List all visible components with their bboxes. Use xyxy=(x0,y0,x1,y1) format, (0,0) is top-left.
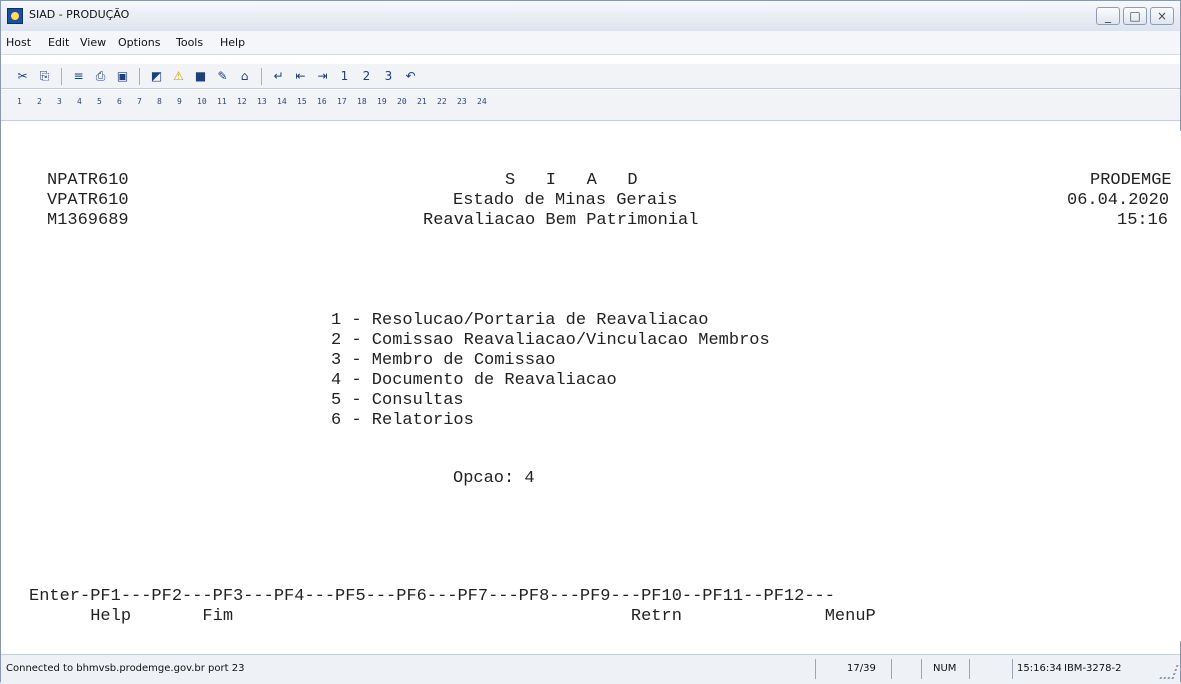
enter-icon[interactable]: ↵ xyxy=(271,69,286,84)
menu-tools[interactable]: Tools xyxy=(176,36,203,49)
pf-key-1[interactable]: 1 xyxy=(17,97,27,106)
maximize-button[interactable]: □ xyxy=(1123,7,1147,25)
pf-key-20[interactable]: 20 xyxy=(397,97,407,106)
status-separator xyxy=(891,659,892,679)
cursor-position: 17/39 xyxy=(847,663,876,674)
pf-key-16[interactable]: 16 xyxy=(317,97,327,106)
status-separator xyxy=(1012,659,1013,679)
status-separator xyxy=(921,659,922,679)
menu-options[interactable]: Options xyxy=(118,36,160,49)
pf-key-6[interactable]: 6 xyxy=(117,97,127,106)
terminal-type: IBM-3278-2 xyxy=(1064,663,1122,674)
status-separator xyxy=(815,659,816,679)
toolbar-separator xyxy=(261,68,262,85)
state-title: Estado de Minas Gerais xyxy=(453,191,678,210)
pf-key-8[interactable]: 8 xyxy=(157,97,167,106)
option-prompt[interactable]: Opcao: 4 xyxy=(453,469,535,489)
pf-key-14[interactable]: 14 xyxy=(277,97,287,106)
minimize-button[interactable]: _ xyxy=(1096,7,1120,25)
pf-key-21[interactable]: 21 xyxy=(417,97,427,106)
pf-key-19[interactable]: 19 xyxy=(377,97,387,106)
pf-key-23[interactable]: 23 xyxy=(457,97,467,106)
pf-key-line: Enter-PF1---PF2---PF3---PF4---PF5---PF6-… xyxy=(29,587,835,606)
current-date: 06.04.2020 xyxy=(1067,191,1170,210)
pf-key-10[interactable]: 10 xyxy=(197,97,207,106)
menu-help[interactable]: Help xyxy=(220,36,245,49)
pf-key-18[interactable]: 18 xyxy=(357,97,367,106)
menu-item-5[interactable]: 5 - Consultas xyxy=(331,391,464,411)
system-title: S I A D xyxy=(505,171,638,190)
pf-key-row: 1 2 3 4 5 6 7 8 9 10 11 12 13 14 15 16 17 18 19 20 21 22 23 24 xyxy=(17,97,487,106)
pf-key-12[interactable]: 12 xyxy=(237,97,247,106)
window-controls: _ □ × xyxy=(1096,7,1174,25)
alert-icon[interactable]: ⚠ xyxy=(171,69,186,84)
pf-key-13[interactable]: 13 xyxy=(257,97,267,106)
pf-key-4[interactable]: 4 xyxy=(77,97,87,106)
menu-bar: Host Edit View Options Tools Help xyxy=(1,31,1180,55)
pf-key-22[interactable]: 22 xyxy=(437,97,447,106)
screen-title: Reavaliacao Bem Patrimonial xyxy=(423,211,699,230)
copy-icon[interactable]: ⎘ xyxy=(37,69,52,84)
menu-view[interactable]: View xyxy=(80,36,106,49)
terminal-screen[interactable]: NPATR610 VPATR610 M1369689 S I A D Estad… xyxy=(9,131,1181,641)
p2-icon[interactable]: 2 xyxy=(359,69,374,84)
terminal-window: SIAD - PRODUÇÃO _ □ × Host Edit View Opt… xyxy=(0,0,1181,684)
tab-forward-icon[interactable]: ⇥ xyxy=(315,69,330,84)
status-bar: Connected to bhmvsb.prodemge.gov.br port… xyxy=(1,654,1180,684)
pf-key-9[interactable]: 9 xyxy=(177,97,187,106)
pf-key-11[interactable]: 11 xyxy=(217,97,227,106)
menu-edit[interactable]: Edit xyxy=(48,36,69,49)
pf-key-24[interactable]: 24 xyxy=(477,97,487,106)
num-lock-status: NUM xyxy=(933,663,957,674)
program-id-1: NPATR610 xyxy=(47,171,129,190)
app-icon xyxy=(7,8,23,24)
pf-key-17[interactable]: 17 xyxy=(337,97,347,106)
connection-status: Connected to bhmvsb.prodemge.gov.br port… xyxy=(6,663,245,674)
pf-key-labels: Help Fim Retrn MenuP xyxy=(29,607,876,626)
playback-icon[interactable]: ≡ xyxy=(71,69,86,84)
toolbar-separator xyxy=(139,68,140,85)
tab-back-icon[interactable]: ⇤ xyxy=(293,69,308,84)
status-time: 15:16:34 xyxy=(1017,663,1062,674)
program-id-2: VPATR610 xyxy=(47,191,129,210)
company-name: PRODEMGE xyxy=(1090,171,1172,190)
pf-key-7[interactable]: 7 xyxy=(137,97,147,106)
undo-icon[interactable]: ↶ xyxy=(403,69,418,84)
macro-icon[interactable]: ◩ xyxy=(149,69,164,84)
pf-key-3[interactable]: 3 xyxy=(57,97,67,106)
pf-key-toolbar: 1 2 3 4 5 6 7 8 9 10 11 12 13 14 15 16 17 18 19 20 21 22 23 24 xyxy=(1,90,1180,121)
resize-grip-icon[interactable] xyxy=(1159,665,1179,679)
p1-icon[interactable]: 1 xyxy=(337,69,352,84)
menu-item-6[interactable]: 6 - Relatorios xyxy=(331,411,474,431)
status-separator xyxy=(969,659,970,679)
screen-icon[interactable]: ■ xyxy=(193,69,208,84)
main-toolbar: ✂ ⎘ ≡ ⎙ ▣ ◩ ⚠ ■ ✎ ⌂ ↵ ⇤ ⇥ 1 2 3 ↶ xyxy=(1,64,1180,89)
pen-icon[interactable]: ✎ xyxy=(215,69,230,84)
menu-host[interactable]: Host xyxy=(6,36,31,49)
menu-item-4[interactable]: 4 - Documento de Reavaliacao xyxy=(331,371,617,391)
home-icon[interactable]: ⌂ xyxy=(237,69,252,84)
pf-key-15[interactable]: 15 xyxy=(297,97,307,106)
host-icon[interactable]: ▣ xyxy=(115,69,130,84)
current-time: 15:16 xyxy=(1117,211,1169,230)
menu-item-3[interactable]: 3 - Membro de Comissao xyxy=(331,351,555,371)
toolbar-separator xyxy=(61,68,62,85)
title-bar: SIAD - PRODUÇÃO _ □ × xyxy=(1,1,1180,32)
user-id: M1369689 xyxy=(47,211,129,230)
print-icon[interactable]: ⎙ xyxy=(93,69,108,84)
pf-key-5[interactable]: 5 xyxy=(97,97,107,106)
window-title: SIAD - PRODUÇÃO xyxy=(29,8,130,21)
cut-icon[interactable]: ✂ xyxy=(15,69,30,84)
p3-icon[interactable]: 3 xyxy=(381,69,396,84)
pf-key-2[interactable]: 2 xyxy=(37,97,47,106)
menu-item-1[interactable]: 1 - Resolucao/Portaria de Reavaliacao xyxy=(331,311,708,331)
close-button[interactable]: × xyxy=(1150,7,1174,25)
menu-item-2[interactable]: 2 - Comissao Reavaliacao/Vinculacao Memb… xyxy=(331,331,770,351)
